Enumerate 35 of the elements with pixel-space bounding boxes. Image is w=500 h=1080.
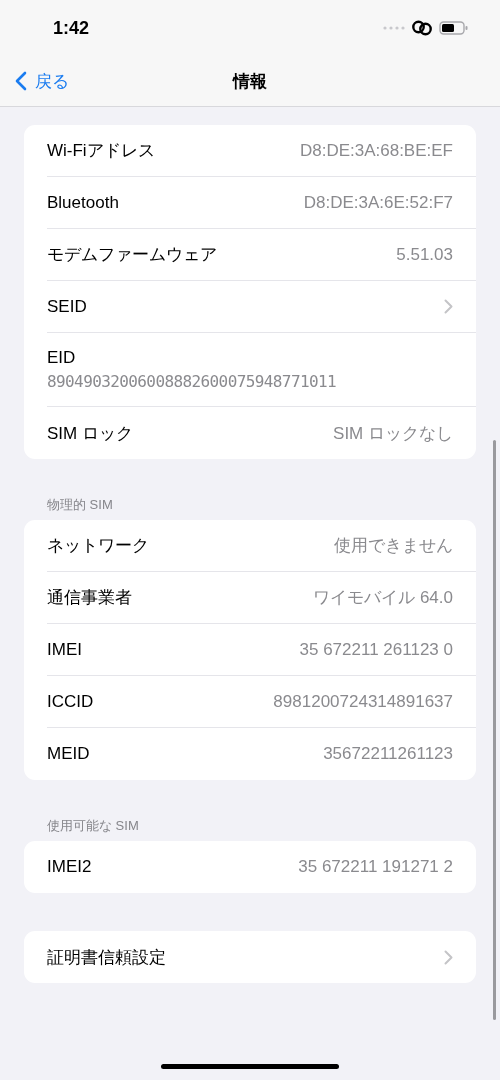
row-label: Wi-Fiアドレス <box>47 140 155 162</box>
row-value: 35 672211 261123 0 <box>299 639 453 660</box>
back-button[interactable]: 戻る <box>15 69 69 93</box>
row-value: ワイモバイル 64.0 <box>313 587 453 609</box>
row-label: ネットワーク <box>47 535 149 557</box>
page-title: 情報 <box>233 70 267 93</box>
row-label: IMEI <box>47 639 82 660</box>
row-value: 89049032006008882600075948771011 <box>47 372 337 391</box>
chevron-right-icon <box>444 299 453 314</box>
row-label: 通信事業者 <box>47 587 132 609</box>
section-header: 使用可能な SIM <box>47 818 140 834</box>
row-value: D8:DE:3A:68:BE:EF <box>299 140 453 161</box>
chevron-left-icon <box>15 71 27 91</box>
link-icon <box>411 20 433 36</box>
settings-row[interactable]: 証明書信頼設定 <box>47 931 476 983</box>
row-value: D8:DE:3A:6E:52:F7 <box>303 192 453 213</box>
row-value: 5.51.03 <box>396 244 453 265</box>
row-value: 35672211261123 <box>323 744 453 764</box>
row-value: 35 672211 191271 2 <box>298 857 453 877</box>
row-value: 8981200724314891637 <box>273 691 453 712</box>
row-label: ICCID <box>47 691 94 712</box>
row-label: EID <box>47 348 76 368</box>
row-label: Bluetooth <box>47 192 119 213</box>
chevron-right-icon <box>444 949 453 965</box>
status-time: 1:42 <box>53 17 90 39</box>
row-label: モデムファームウェア <box>47 244 217 266</box>
row-label: MEID <box>47 744 90 764</box>
row-value: 使用できません <box>334 535 453 557</box>
row-label: SIM ロック <box>47 422 133 445</box>
settings-row[interactable]: SEID <box>47 281 476 333</box>
signal-icon <box>383 26 405 30</box>
row-label: IMEI2 <box>47 857 92 877</box>
row-value: SIM ロックなし <box>333 422 453 445</box>
section-header: 物理的 SIM <box>47 497 114 513</box>
battery-icon <box>439 21 468 35</box>
